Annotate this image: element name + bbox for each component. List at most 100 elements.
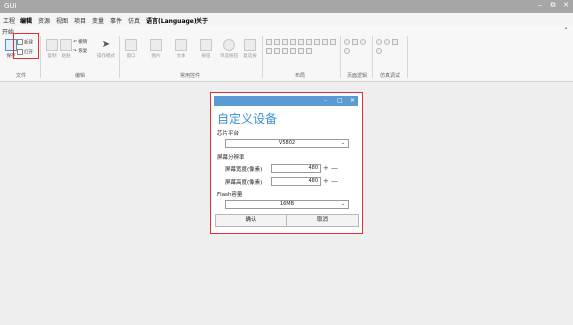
- window-titlebar: GUI ‒ ⧉ ✕: [0, 0, 573, 13]
- link-icon[interactable]: [352, 39, 358, 45]
- same-width-icon[interactable]: [314, 39, 320, 45]
- undo-icon: ↶: [73, 40, 77, 45]
- operation-mode-label: 操作模式: [97, 54, 115, 59]
- window-control-label: 窗口: [126, 54, 136, 59]
- radio-control-label: 单选按钮: [220, 54, 238, 59]
- checkbox-control-label: 复选按: [243, 54, 257, 59]
- pen-icon[interactable]: [344, 39, 350, 45]
- chip-platform-label: 芯片平台: [217, 131, 240, 137]
- operation-mode-button[interactable]: ➤ 操作模式: [94, 39, 118, 59]
- redo-button[interactable]: ↷ 恢复: [73, 48, 87, 54]
- flash-capacity-value: 16MB: [279, 201, 295, 207]
- button-control-label: 按钮: [201, 54, 211, 59]
- group-label-controls: 常用控件: [179, 73, 200, 79]
- resolution-label: 屏幕分辨率: [217, 155, 245, 161]
- dialog-titlebar: – □ ✕: [214, 96, 358, 106]
- menu-events[interactable]: 事件: [110, 16, 122, 25]
- menu-project[interactable]: 工程: [3, 16, 15, 25]
- align-top-icon[interactable]: [290, 39, 296, 45]
- menu-simulation[interactable]: 仿真: [128, 16, 140, 25]
- dialog-maximize-icon[interactable]: □: [337, 97, 343, 104]
- menu-variables[interactable]: 变量: [92, 16, 104, 25]
- checkbox-icon: [244, 39, 256, 51]
- window-icon: [125, 39, 137, 51]
- group-divider: [372, 36, 373, 78]
- confirm-button[interactable]: 确认: [215, 214, 287, 227]
- distribute-v-icon[interactable]: [274, 48, 280, 54]
- image-control-label: 图片: [151, 54, 161, 59]
- group-divider: [407, 36, 408, 78]
- dialog-heading: 自定义设备: [217, 112, 278, 126]
- undo-button[interactable]: ↶ 撤销: [73, 39, 87, 45]
- chevron-down-icon: ⌄: [340, 140, 345, 146]
- minimize-icon[interactable]: ‒: [535, 1, 545, 9]
- align-right-icon[interactable]: [282, 39, 288, 45]
- ribbon: 开始 ˆ 保存 新建 打开 文件 复制 粘贴 ↶ 撤销 ↷ 恢复 ➤ 操作模式 …: [0, 26, 573, 82]
- cursor-icon: ➤: [101, 39, 111, 50]
- center-h-icon[interactable]: [282, 48, 288, 54]
- align-bottom-icon[interactable]: [306, 39, 312, 45]
- flash-capacity-select[interactable]: 16MB ⌄: [225, 200, 349, 209]
- run-icon[interactable]: [376, 48, 382, 54]
- same-size-icon[interactable]: [330, 39, 336, 45]
- width-minus-icon[interactable]: —: [331, 164, 338, 172]
- checkbox-control-button[interactable]: 复选按: [240, 39, 260, 59]
- group-label-page-logic: 页面逻辑: [346, 73, 367, 79]
- button-control-button[interactable]: 按钮: [196, 39, 216, 59]
- menu-edit[interactable]: 编辑: [20, 16, 32, 25]
- restore-icon[interactable]: ⧉: [548, 1, 558, 10]
- dialog-close-icon[interactable]: ✕: [350, 97, 355, 104]
- group-divider: [262, 36, 263, 78]
- highlight-new-open: [13, 33, 39, 59]
- group-label-edit: 编辑: [74, 73, 85, 79]
- chevron-down-icon: ⌄: [340, 201, 345, 207]
- button-icon: [200, 39, 212, 51]
- chip-platform-select[interactable]: V5802 ⌄: [225, 139, 349, 148]
- height-plus-icon[interactable]: +: [323, 177, 329, 185]
- screen-height-label: 屏幕高度(像素): [225, 180, 263, 186]
- custom-device-dialog: – □ ✕ 自定义设备 芯片平台 V5802 ⌄ 屏幕分辨率 屏幕宽度(像素) …: [210, 92, 363, 234]
- menu-view[interactable]: 视图: [56, 16, 68, 25]
- screen-width-label: 屏幕宽度(像素): [225, 167, 263, 173]
- text-control-button[interactable]: 文本: [171, 39, 191, 59]
- debug-icon[interactable]: [392, 39, 398, 45]
- play-icon[interactable]: [376, 39, 382, 45]
- same-height-icon[interactable]: [322, 39, 328, 45]
- text-control-label: 文本: [176, 54, 186, 59]
- paste-icon: [60, 39, 72, 51]
- chip-platform-value: V5802: [278, 140, 296, 146]
- send-back-icon[interactable]: [306, 48, 312, 54]
- screen-height-input[interactable]: 480: [271, 177, 321, 186]
- menu-bar: 工程 编辑 资源 视图 项目 变量 事件 仿真 语言(Language) 关于: [0, 13, 573, 26]
- image-control-button[interactable]: 图片: [146, 39, 166, 59]
- logic-icon[interactable]: [344, 48, 350, 54]
- eye-icon[interactable]: [360, 39, 366, 45]
- close-icon[interactable]: ✕: [561, 1, 571, 9]
- center-v-icon[interactable]: [290, 48, 296, 54]
- menu-language[interactable]: 语言(Language): [146, 16, 197, 25]
- bring-front-icon[interactable]: [298, 48, 304, 54]
- window-title: GUI: [4, 2, 17, 10]
- height-minus-icon[interactable]: —: [331, 177, 338, 185]
- align-left-icon[interactable]: [266, 39, 272, 45]
- group-divider: [40, 36, 41, 78]
- collapse-ribbon-icon[interactable]: ˆ: [564, 27, 568, 36]
- menu-item-project[interactable]: 项目: [74, 16, 86, 25]
- text-icon: [175, 39, 187, 51]
- settings-icon[interactable]: [384, 39, 390, 45]
- redo-label: 恢复: [78, 49, 88, 54]
- radio-control-button[interactable]: 单选按钮: [218, 39, 240, 59]
- window-control-button[interactable]: 窗口: [121, 39, 141, 59]
- align-middle-icon[interactable]: [298, 39, 304, 45]
- distribute-h-icon[interactable]: [266, 48, 272, 54]
- menu-resources[interactable]: 资源: [38, 16, 50, 25]
- width-plus-icon[interactable]: +: [323, 164, 329, 172]
- menu-about[interactable]: 关于: [196, 16, 208, 25]
- group-label-file: 文件: [15, 73, 26, 79]
- cancel-button[interactable]: 取消: [286, 214, 359, 227]
- group-label-layout: 布局: [294, 73, 305, 79]
- dialog-minimize-icon[interactable]: –: [324, 97, 327, 104]
- screen-width-input[interactable]: 480: [271, 164, 321, 173]
- align-center-icon[interactable]: [274, 39, 280, 45]
- undo-label: 撤销: [78, 40, 88, 45]
